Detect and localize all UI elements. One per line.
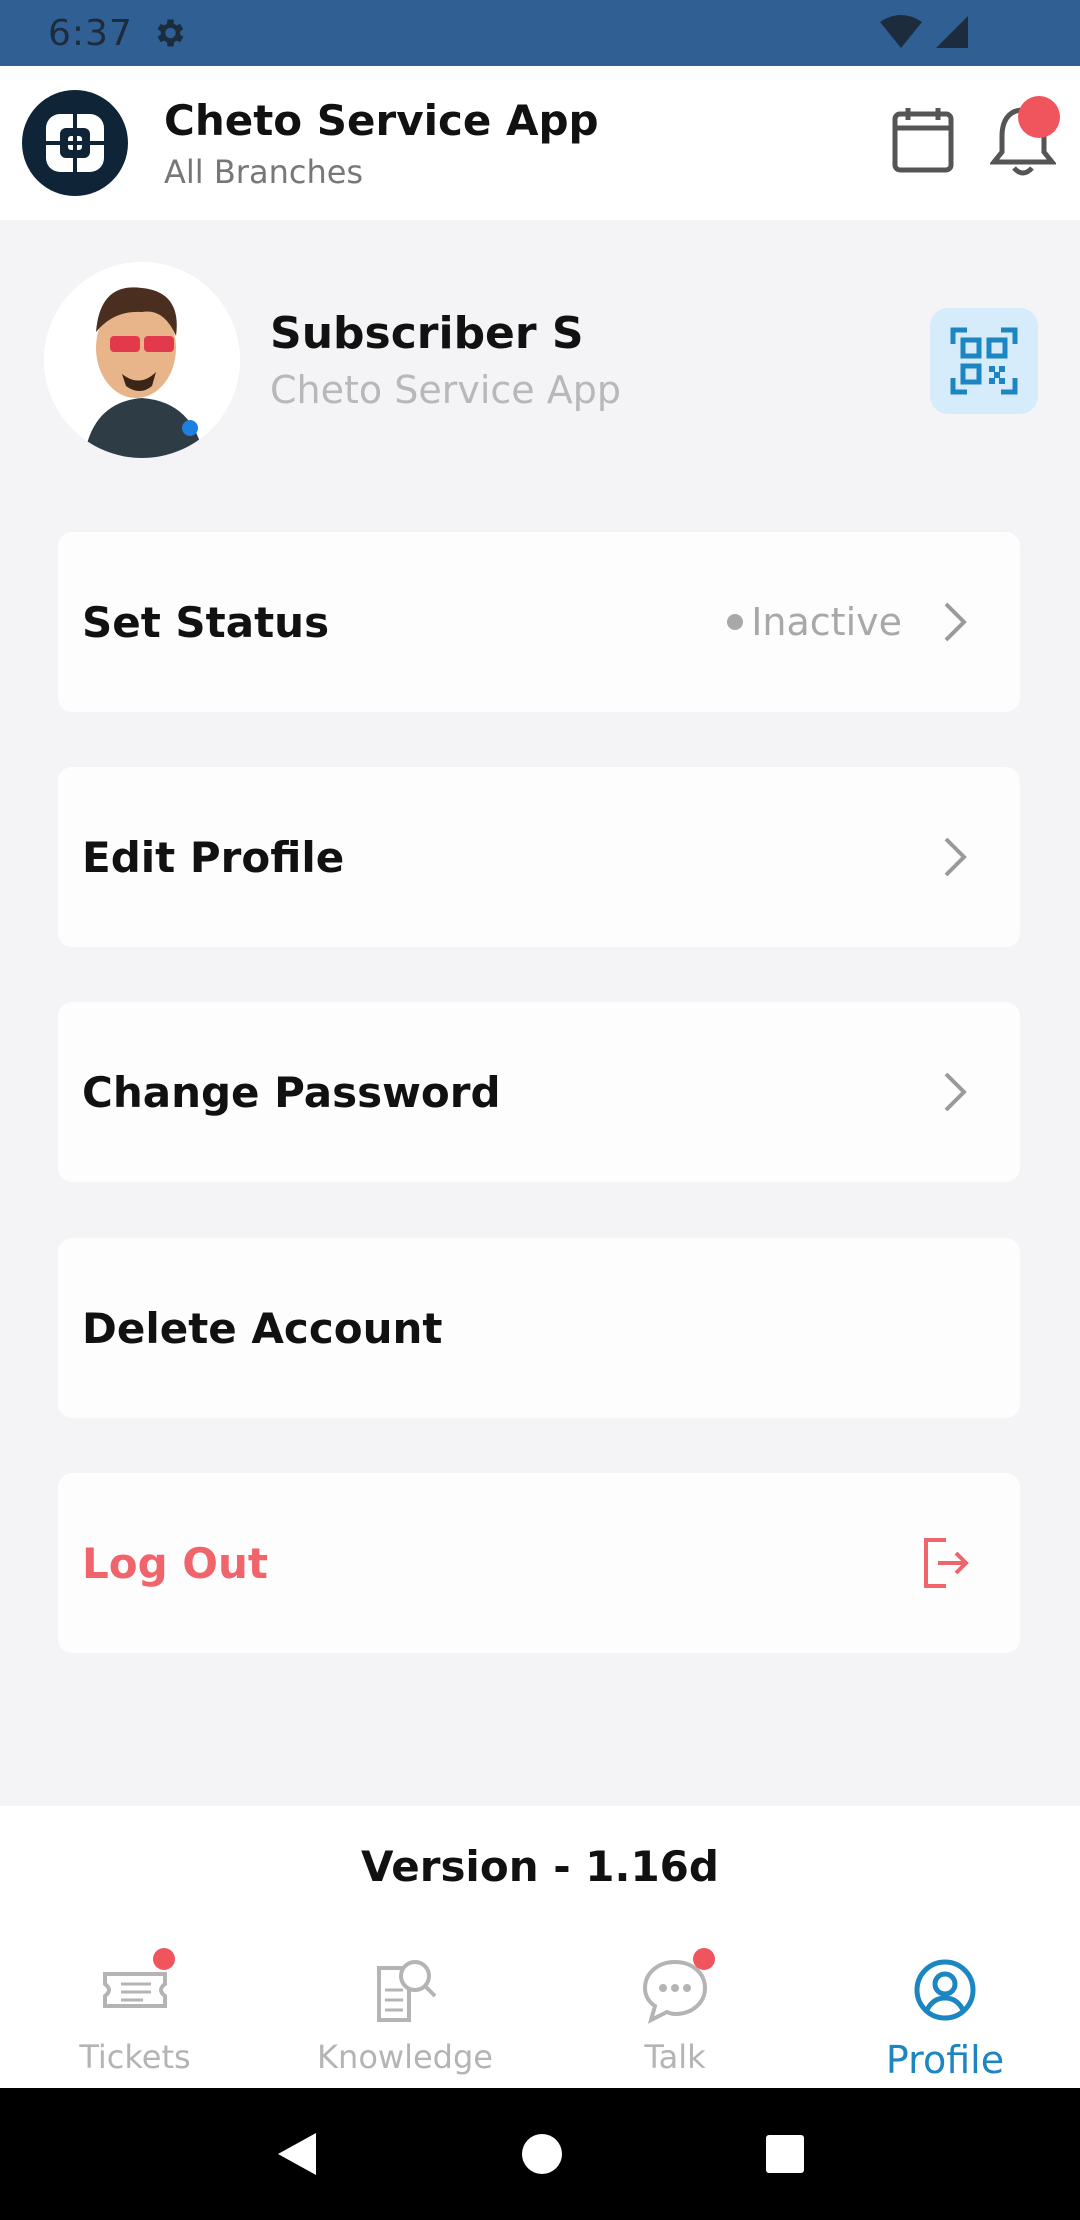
calendar-icon[interactable] [892, 106, 954, 174]
knowledge-search-icon [369, 1954, 441, 2026]
set-status-item[interactable]: Set Status Inactive [58, 532, 1020, 712]
chevron-right-icon [944, 837, 967, 877]
profile-icon [909, 1954, 981, 2026]
home-icon[interactable] [520, 2132, 564, 2176]
qr-code-icon [950, 327, 1018, 395]
status-value: Inactive [727, 600, 902, 644]
ticket-icon [99, 1948, 175, 2026]
tab-talk[interactable]: Talk [540, 1926, 810, 2088]
app-header: Cheto Service App All Branches [0, 66, 1080, 220]
system-status-bar: 6:37 [0, 0, 1080, 66]
settings-gear-icon [157, 19, 184, 47]
app-logo-icon [42, 110, 108, 176]
app-logo [22, 90, 128, 196]
logout-item[interactable]: Log Out [58, 1473, 1020, 1653]
qr-code-button[interactable] [930, 308, 1038, 414]
tab-knowledge-label: Knowledge [317, 2038, 493, 2076]
branch-selector[interactable]: All Branches [164, 153, 599, 191]
notification-badge [1018, 96, 1060, 138]
recents-icon[interactable] [764, 2133, 806, 2175]
version-label: Version - 1.16d [0, 1806, 1080, 1926]
status-time: 6:37 [48, 12, 133, 54]
set-status-label: Set Status [82, 597, 330, 647]
delete-account-item[interactable]: Delete Account [58, 1238, 1020, 1418]
app-title: Cheto Service App [164, 95, 599, 145]
chat-bubble-icon [639, 1948, 715, 2026]
tab-tickets[interactable]: Tickets [0, 1926, 270, 2088]
chevron-right-icon [944, 1072, 967, 1112]
avatar-illustration [44, 262, 240, 458]
cell-signal-icon [936, 16, 968, 48]
notifications-button[interactable] [988, 96, 1060, 180]
logout-icon [924, 1538, 969, 1588]
bottom-navigation: Tickets Knowledge Talk Profile [0, 1926, 1080, 2088]
edit-profile-item[interactable]: Edit Profile [58, 767, 1020, 947]
chevron-right-icon [944, 602, 967, 642]
delete-account-label: Delete Account [82, 1303, 443, 1353]
tab-talk-label: Talk [644, 2038, 706, 2076]
status-dot [727, 614, 744, 630]
profile-summary: Subscriber S Cheto Service App [0, 262, 1080, 462]
logout-label: Log Out [82, 1538, 268, 1588]
profile-organization: Cheto Service App [270, 368, 621, 412]
change-password-label: Change Password [82, 1067, 501, 1117]
wifi-icon [880, 15, 922, 48]
tab-profile-label: Profile [885, 2038, 1005, 2082]
profile-name: Subscriber S [270, 308, 584, 359]
edit-profile-label: Edit Profile [82, 832, 345, 882]
status-text: Inactive [751, 600, 902, 644]
avatar[interactable] [44, 262, 240, 458]
talk-badge [693, 1948, 715, 1970]
tab-knowledge[interactable]: Knowledge [270, 1926, 540, 2088]
tab-tickets-label: Tickets [79, 2038, 191, 2076]
back-icon[interactable] [274, 2129, 320, 2179]
tab-profile[interactable]: Profile [810, 1926, 1080, 2088]
tickets-badge [153, 1948, 175, 1970]
change-password-item[interactable]: Change Password [58, 1002, 1020, 1182]
system-navigation-bar [0, 2088, 1080, 2220]
